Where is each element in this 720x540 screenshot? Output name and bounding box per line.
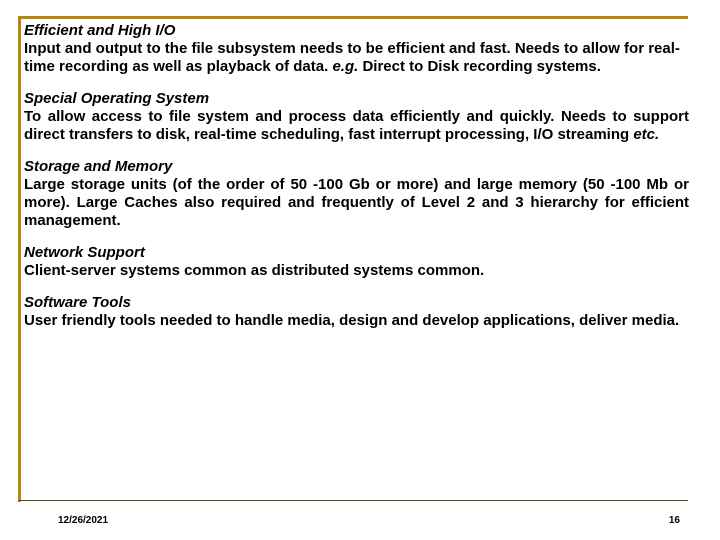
body-text: User friendly tools needed to handle med… [24,312,679,329]
body-text-post: Direct to Disk recording systems. [358,58,601,75]
section-body-storage: Large storage units (of the order of 50 … [24,176,689,230]
section-heading-io: Efficient and High I/O [24,22,689,40]
footer-page-number: 16 [669,515,680,526]
section-heading-storage: Storage and Memory [24,158,689,176]
section-body-io: Input and output to the file subsystem n… [24,40,689,76]
section-body-os: To allow access to file system and proce… [24,108,689,144]
frame-bottom-border [18,500,688,501]
frame-top-border [18,16,688,19]
body-text: Client-server systems common as distribu… [24,262,484,279]
etc-text: etc. [633,126,659,143]
slide-content: Efficient and High I/O Input and output … [24,22,689,344]
body-text: To allow access to file system and proce… [24,108,689,143]
frame-left-border [18,16,21,502]
footer-date: 12/26/2021 [58,515,108,526]
body-text: Large storage units (of the order of 50 … [24,176,689,229]
eg-text: e.g. [332,58,358,75]
section-heading-os: Special Operating System [24,90,689,108]
section-body-network: Client-server systems common as distribu… [24,262,689,280]
section-body-tools: User friendly tools needed to handle med… [24,312,689,330]
section-heading-network: Network Support [24,244,689,262]
section-heading-tools: Software Tools [24,294,689,312]
